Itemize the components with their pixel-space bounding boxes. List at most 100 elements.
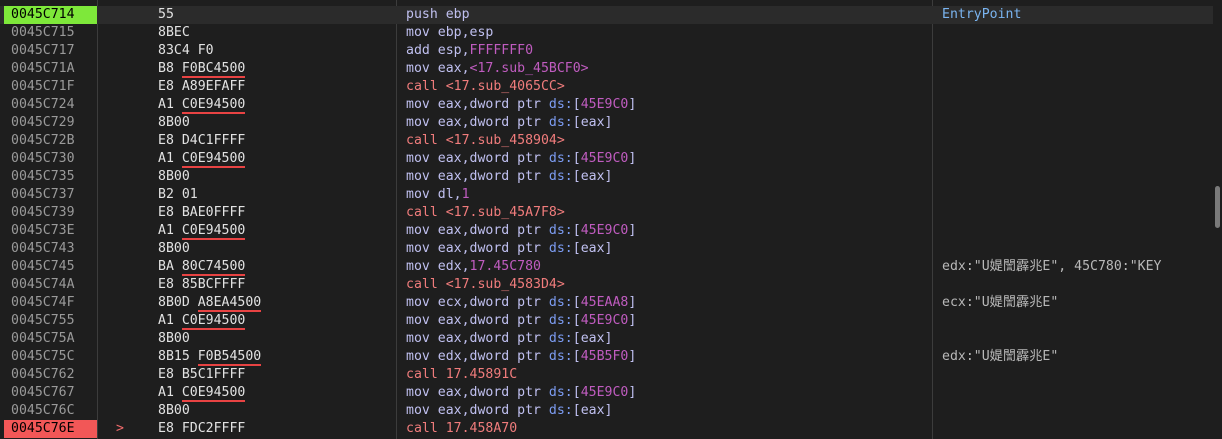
- instruction[interactable]: mov eax,<17.sub_45BCF0>: [406, 60, 932, 78]
- comment-cell[interactable]: [942, 96, 1210, 114]
- comment-cell[interactable]: [942, 186, 1210, 204]
- disasm-row[interactable]: 0045C73E A1 C0E94500 mov eax,dword ptr ds:…: [0, 222, 1222, 240]
- address-cell[interactable]: 0045C71A: [4, 60, 97, 78]
- address-cell[interactable]: 0045C75A: [4, 330, 97, 348]
- disasm-row[interactable]: 0045C755 A1 C0E94500 mov eax,dword ptr ds:…: [0, 312, 1222, 330]
- address-cell[interactable]: 0045C714: [4, 6, 97, 24]
- address-cell[interactable]: 0045C76E: [4, 420, 97, 438]
- disasm-row[interactable]: 0045C71F E8 A89EFAFF call <17.sub_4065CC>: [0, 78, 1222, 96]
- address-cell[interactable]: 0045C745: [4, 258, 97, 276]
- comment-cell[interactable]: [942, 312, 1210, 330]
- instruction[interactable]: call <17.sub_458904>: [406, 132, 932, 150]
- disassembly-view[interactable]: 0045C714 55 push ebp EntryPoint 0045C715 8BEC…: [0, 0, 1222, 439]
- disasm-row[interactable]: 0045C729 8B00 mov eax,dword ptr ds:[eax]: [0, 114, 1222, 132]
- address-cell[interactable]: 0045C762: [4, 366, 97, 384]
- disasm-row[interactable]: 0045C75C 8B15 F0B54500 mov edx,dword ptr d…: [0, 348, 1222, 366]
- comment-cell[interactable]: [942, 78, 1210, 96]
- instruction[interactable]: mov eax,dword ptr ds:[eax]: [406, 330, 932, 348]
- address-cell[interactable]: 0045C73E: [4, 222, 97, 240]
- disasm-row[interactable]: 0045C724 A1 C0E94500 mov eax,dword ptr ds:…: [0, 96, 1222, 114]
- disasm-row[interactable]: 0045C739 E8 BAE0FFFF call <17.sub_45A7F8>: [0, 204, 1222, 222]
- address-cell[interactable]: 0045C724: [4, 96, 97, 114]
- instruction[interactable]: mov eax,dword ptr ds:[45E9C0]: [406, 312, 932, 330]
- disasm-row[interactable]: 0045C74A E8 85BCFFFF call <17.sub_4583D4>: [0, 276, 1222, 294]
- instruction[interactable]: call <17.sub_4065CC>: [406, 78, 932, 96]
- address-cell[interactable]: 0045C739: [4, 204, 97, 222]
- instruction[interactable]: mov eax,dword ptr ds:[45E9C0]: [406, 150, 932, 168]
- disasm-row[interactable]: 0045C714 55 push ebp EntryPoint: [0, 6, 1222, 24]
- comment-cell[interactable]: [942, 168, 1210, 186]
- disasm-row[interactable]: 0045C717 83C4 F0 add esp,FFFFFFF0: [0, 42, 1222, 60]
- address-cell[interactable]: 0045C76C: [4, 402, 97, 420]
- disasm-row[interactable]: 0045C76C 8B00 mov eax,dword ptr ds:[eax]: [0, 402, 1222, 420]
- comment-cell[interactable]: [942, 222, 1210, 240]
- disasm-row[interactable]: 0045C75A 8B00 mov eax,dword ptr ds:[eax]: [0, 330, 1222, 348]
- instruction[interactable]: call 17.458A70: [406, 420, 932, 438]
- address-cell[interactable]: 0045C715: [4, 24, 97, 42]
- instruction[interactable]: mov eax,dword ptr ds:[45E9C0]: [406, 96, 932, 114]
- instruction[interactable]: call <17.sub_45A7F8>: [406, 204, 932, 222]
- comment-cell[interactable]: [942, 330, 1210, 348]
- address-cell[interactable]: 0045C735: [4, 168, 97, 186]
- instruction[interactable]: push ebp: [406, 6, 932, 24]
- instruction[interactable]: mov eax,dword ptr ds:[eax]: [406, 114, 932, 132]
- disasm-row[interactable]: 0045C72B E8 D4C1FFFF call <17.sub_458904>: [0, 132, 1222, 150]
- comment-cell[interactable]: [942, 24, 1210, 42]
- comment-cell[interactable]: [942, 384, 1210, 402]
- disasm-row[interactable]: 0045C715 8BEC mov ebp,esp: [0, 24, 1222, 42]
- instruction[interactable]: add esp,FFFFFFF0: [406, 42, 932, 60]
- address-cell[interactable]: 0045C767: [4, 384, 97, 402]
- disasm-row[interactable]: 0045C737 B2 01 mov dl,1: [0, 186, 1222, 204]
- comment-cell[interactable]: [942, 132, 1210, 150]
- instruction[interactable]: call 17.45891C: [406, 366, 932, 384]
- opcode-bytes-prefix: 8B00: [158, 169, 190, 184]
- disasm-row[interactable]: 0045C74F 8B0D A8EA4500 mov ecx,dword ptr d…: [0, 294, 1222, 312]
- instruction[interactable]: mov ebp,esp: [406, 24, 932, 42]
- instruction[interactable]: mov dl,1: [406, 186, 932, 204]
- address-cell[interactable]: 0045C75C: [4, 348, 97, 366]
- address-cell[interactable]: 0045C71F: [4, 78, 97, 96]
- disasm-row[interactable]: 0045C735 8B00 mov eax,dword ptr ds:[eax]: [0, 168, 1222, 186]
- disasm-row[interactable]: 0045C71A B8 F0BC4500 mov eax,<17.sub_45BCF…: [0, 60, 1222, 78]
- comment-cell[interactable]: [942, 42, 1210, 60]
- address-cell[interactable]: 0045C717: [4, 42, 97, 60]
- instruction[interactable]: mov eax,dword ptr ds:[eax]: [406, 402, 932, 420]
- instruction[interactable]: mov edx,17.45C780: [406, 258, 932, 276]
- instruction[interactable]: mov eax,dword ptr ds:[eax]: [406, 168, 932, 186]
- comment-cell[interactable]: edx:"U媞誾霹兆E": [942, 348, 1210, 366]
- instruction[interactable]: mov ecx,dword ptr ds:[45EAA8]: [406, 294, 932, 312]
- comment-cell[interactable]: [942, 240, 1210, 258]
- address-cell[interactable]: 0045C755: [4, 312, 97, 330]
- instruction[interactable]: mov eax,dword ptr ds:[45E9C0]: [406, 384, 932, 402]
- disasm-row[interactable]: 0045C767 A1 C0E94500 mov eax,dword ptr ds:…: [0, 384, 1222, 402]
- comment-cell[interactable]: [942, 114, 1210, 132]
- address-cell[interactable]: 0045C74F: [4, 294, 97, 312]
- address-cell[interactable]: 0045C74A: [4, 276, 97, 294]
- disasm-row[interactable]: 0045C730 A1 C0E94500 mov eax,dword ptr ds:…: [0, 150, 1222, 168]
- comment-cell[interactable]: [942, 366, 1210, 384]
- comment-cell[interactable]: [942, 150, 1210, 168]
- comment-cell[interactable]: ecx:"U媞誾霹兆E": [942, 294, 1210, 312]
- scrollbar-thumb[interactable]: [1215, 186, 1220, 228]
- vertical-scrollbar[interactable]: [1213, 0, 1222, 439]
- disasm-row[interactable]: 0045C762 E8 B5C1FFFF call 17.45891C: [0, 366, 1222, 384]
- instruction[interactable]: mov edx,dword ptr ds:[45B5F0]: [406, 348, 932, 366]
- disasm-row[interactable]: 0045C745 BA 80C74500 mov edx,17.45C780 edx:…: [0, 258, 1222, 276]
- instruction[interactable]: call <17.sub_4583D4>: [406, 276, 932, 294]
- address-cell[interactable]: 0045C743: [4, 240, 97, 258]
- comment-cell[interactable]: [942, 276, 1210, 294]
- comment-cell[interactable]: [942, 402, 1210, 420]
- disasm-row[interactable]: 0045C743 8B00 mov eax,dword ptr ds:[eax]: [0, 240, 1222, 258]
- address-cell[interactable]: 0045C737: [4, 186, 97, 204]
- disasm-row[interactable]: 0045C76E > E8 FDC2FFFF call 17.458A70: [0, 420, 1222, 438]
- comment-cell[interactable]: edx:"U媞誾霹兆E", 45C780:"KEY: [942, 258, 1210, 276]
- address-cell[interactable]: 0045C72B: [4, 132, 97, 150]
- comment-cell[interactable]: [942, 60, 1210, 78]
- address-cell[interactable]: 0045C730: [4, 150, 97, 168]
- comment-cell[interactable]: [942, 420, 1210, 438]
- address-cell[interactable]: 0045C729: [4, 114, 97, 132]
- comment-cell[interactable]: EntryPoint: [942, 6, 1210, 24]
- instruction[interactable]: mov eax,dword ptr ds:[eax]: [406, 240, 932, 258]
- comment-cell[interactable]: [942, 204, 1210, 222]
- instruction[interactable]: mov eax,dword ptr ds:[45E9C0]: [406, 222, 932, 240]
